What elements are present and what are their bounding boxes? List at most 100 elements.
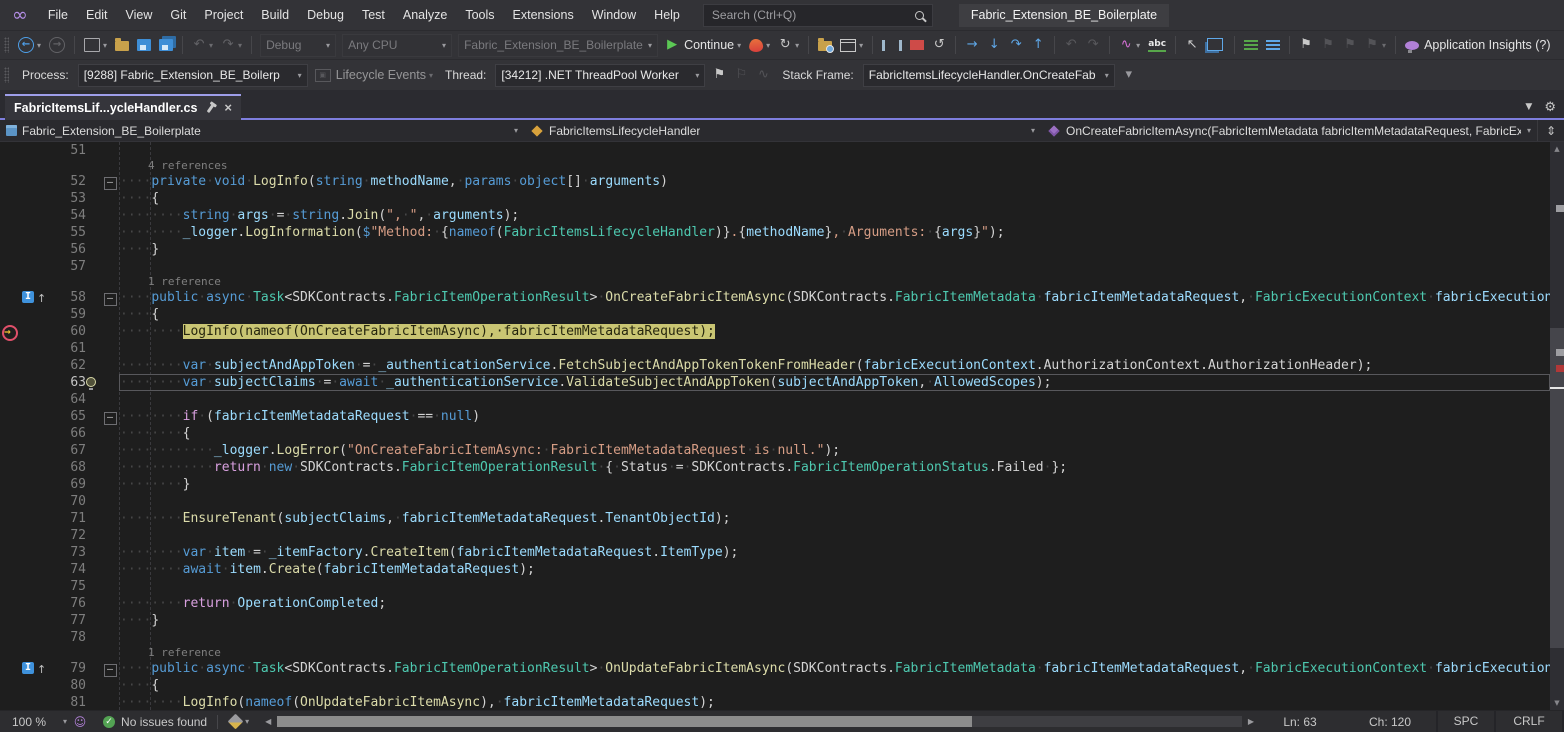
code-text[interactable]: ····private·void·LogInfo(string·methodNa…	[120, 173, 668, 190]
breakpoint-margin[interactable]	[0, 173, 46, 190]
continue-button[interactable]: ▶Continue▾	[661, 36, 745, 54]
breakpoint-margin[interactable]	[0, 374, 46, 391]
thread-combo[interactable]: [34212] .NET ThreadPool Worker▾	[495, 64, 705, 87]
breakpoint-margin[interactable]	[0, 544, 46, 561]
project-dropdown[interactable]: Fabric_Extension_BE_Boilerplate▾	[0, 120, 524, 141]
menu-build[interactable]: Build	[252, 0, 298, 30]
breakpoint-margin[interactable]	[0, 258, 46, 275]
tab-fabricitemslifecyclehandler[interactable]: FabricItemsLif...ycleHandler.cs ×	[5, 94, 241, 120]
close-icon[interactable]: ×	[224, 101, 232, 115]
fold-collapse-button[interactable]: –	[104, 664, 117, 677]
breakpoint-margin[interactable]	[0, 476, 46, 493]
vertical-scrollbar[interactable]: ▲ ▼	[1550, 142, 1564, 710]
breakpoint-margin[interactable]	[0, 190, 46, 207]
breakpoint-margin[interactable]	[0, 357, 46, 374]
hot-reload-button[interactable]: ▾	[745, 37, 774, 54]
breakpoint-margin[interactable]	[0, 275, 46, 289]
status-line-number[interactable]: Ln: 63	[1256, 715, 1344, 729]
break-all-button[interactable]	[878, 38, 906, 53]
breakpoint-margin[interactable]	[0, 510, 46, 527]
code-text[interactable]: ····public·async·Task<SDKContracts.Fabri…	[120, 660, 1550, 677]
menu-git[interactable]: Git	[161, 0, 195, 30]
code-text[interactable]: ········{	[120, 425, 190, 442]
menu-help[interactable]: Help	[645, 0, 689, 30]
save-button[interactable]	[133, 37, 155, 53]
code-text[interactable]: ····}	[120, 612, 159, 629]
code-area[interactable]: 514 references52–····private·void·LogInf…	[0, 142, 1550, 710]
breakpoint-margin[interactable]	[0, 646, 46, 660]
code-text[interactable]: ····{	[120, 306, 159, 323]
code-text[interactable]: ········EnsureTenant(subjectClaims,·fabr…	[120, 510, 731, 527]
breakpoint-margin[interactable]	[0, 306, 46, 323]
gear-icon[interactable]: ⚙	[1544, 102, 1556, 114]
breakpoint-margin[interactable]	[0, 694, 46, 710]
fold-collapse-button[interactable]: –	[104, 177, 117, 190]
menu-window[interactable]: Window	[583, 0, 645, 30]
menu-debug[interactable]: Debug	[298, 0, 353, 30]
breakpoint-margin[interactable]	[0, 408, 46, 425]
toolbar-grip[interactable]	[4, 37, 9, 53]
spell-checker-button[interactable]: abc	[1144, 37, 1170, 54]
toggle-bookmark-button[interactable]: ⚑	[1295, 36, 1317, 54]
margin-indicator-icon[interactable]: I	[22, 662, 34, 674]
step-over-button[interactable]: ↷	[1005, 36, 1027, 54]
copy-document-button[interactable]	[1203, 36, 1229, 55]
menu-edit[interactable]: Edit	[77, 0, 117, 30]
member-dropdown[interactable]: OnCreateFabricItemAsync(FabricItemMetada…	[1041, 120, 1537, 141]
code-text[interactable]: ····public·async·Task<SDKContracts.Fabri…	[120, 289, 1550, 306]
code-cleanup-broom-icon[interactable]	[227, 714, 243, 730]
breakpoint-margin[interactable]	[0, 207, 46, 224]
code-text[interactable]: ········LogInfo(nameof(OnCreateFabricIte…	[120, 323, 715, 340]
code-text[interactable]: ········if·(fabricItemMetadataRequest·==…	[120, 408, 480, 425]
show-next-statement-button[interactable]: →	[961, 36, 983, 54]
code-text[interactable]: ····{	[120, 190, 159, 207]
breakpoint-margin[interactable]	[0, 595, 46, 612]
fold-collapse-button[interactable]: –	[104, 412, 117, 425]
pin-icon[interactable]	[207, 103, 215, 112]
menu-file[interactable]: File	[39, 0, 77, 30]
code-text[interactable]: ········await·item.Create(fabricItemMeta…	[120, 561, 535, 578]
code-text[interactable]: ········}	[120, 476, 190, 493]
current-statement-breakpoint-icon[interactable]	[2, 325, 18, 341]
code-cleanup-chevron-icon[interactable]: ▾	[245, 717, 249, 726]
status-line-ending-toggle[interactable]: CRLF	[1494, 711, 1564, 732]
code-text[interactable]: ········LogInfo(nameof(OnUpdateFabricIte…	[120, 694, 715, 710]
codelens-references-link[interactable]: 1 reference	[120, 646, 221, 660]
show-threads-in-source-button[interactable]: ⚑	[708, 66, 730, 84]
live-share-icon[interactable]: ☺	[73, 715, 87, 729]
save-all-button[interactable]	[155, 37, 177, 53]
toolbar-overflow-button[interactable]: ▾	[1118, 66, 1140, 84]
code-text[interactable]: ············return·new·SDKContracts.Fabr…	[120, 459, 1067, 476]
search-input[interactable]: Search (Ctrl+Q)	[703, 4, 933, 27]
code-text[interactable]: ····}	[120, 241, 159, 258]
horizontal-scrollbar-thumb[interactable]	[277, 716, 971, 727]
zoom-combo[interactable]: 100 % ▾	[0, 715, 73, 729]
codelens-references-link[interactable]: 4 references	[120, 159, 227, 173]
menu-view[interactable]: View	[117, 0, 162, 30]
horizontal-scrollbar[interactable]	[277, 716, 1242, 727]
code-text[interactable]: ············_logger.LogError("OnCreateFa…	[120, 442, 840, 459]
codelens-references-link[interactable]: 1 reference	[120, 275, 221, 289]
scroll-right-arrow-icon[interactable]: ▶	[1246, 717, 1256, 726]
breakpoint-margin[interactable]	[0, 425, 46, 442]
window-layout-button[interactable]: ▾	[836, 37, 867, 54]
format-selection-button[interactable]	[1262, 38, 1284, 52]
process-combo[interactable]: [9288] Fabric_Extension_BE_Boilerp▾	[78, 64, 308, 87]
breakpoint-margin[interactable]	[0, 142, 46, 159]
restart-debugging-button[interactable]: ↺	[928, 36, 950, 54]
breakpoint-margin[interactable]	[0, 340, 46, 357]
breakpoint-margin[interactable]	[0, 159, 46, 173]
breakpoint-margin[interactable]	[0, 323, 46, 340]
breakpoint-margin[interactable]	[0, 612, 46, 629]
split-window-button[interactable]: ⇕	[1537, 120, 1564, 141]
breakpoint-margin[interactable]	[0, 241, 46, 258]
breakpoint-margin[interactable]: I↑	[0, 660, 46, 677]
code-map-button[interactable]: ∿▾	[1115, 36, 1144, 54]
health-status[interactable]: No issues found	[121, 715, 207, 729]
breakpoint-margin[interactable]	[0, 459, 46, 476]
status-spaces-toggle[interactable]: SPC	[1436, 711, 1494, 732]
stop-debugging-button[interactable]	[906, 38, 928, 52]
format-document-button[interactable]	[1240, 38, 1262, 52]
breakpoint-margin[interactable]	[0, 561, 46, 578]
menu-project[interactable]: Project	[195, 0, 252, 30]
